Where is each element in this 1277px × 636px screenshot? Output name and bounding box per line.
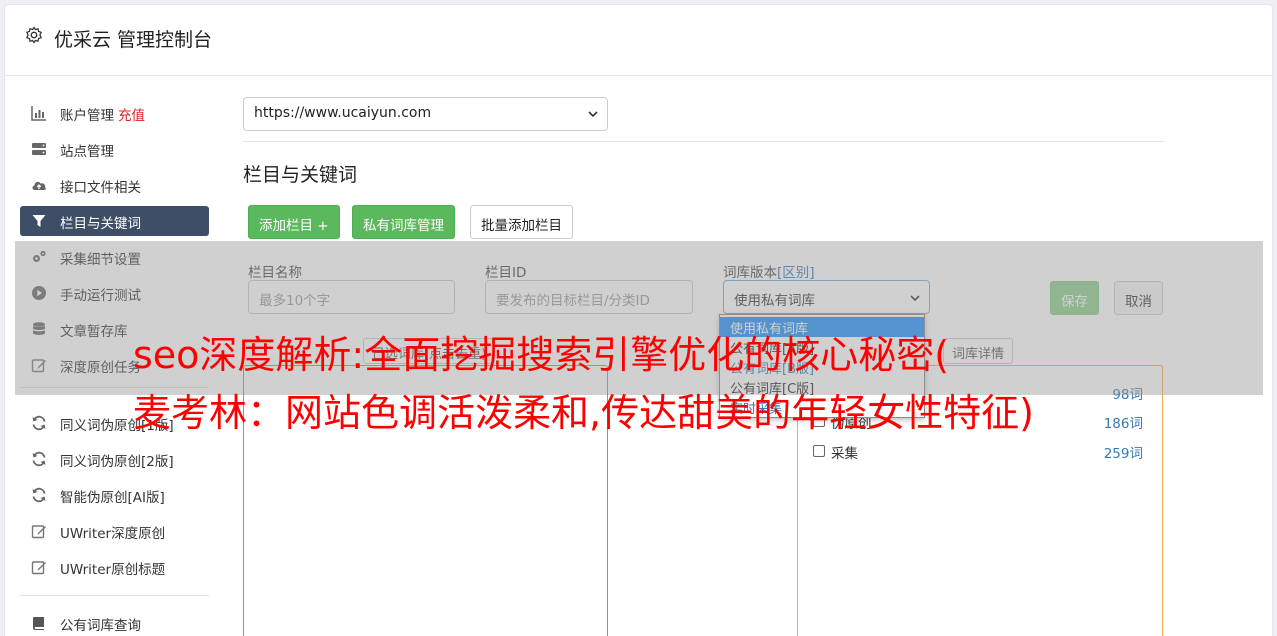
sidebar-divider: [20, 595, 209, 596]
checkbox[interactable]: [813, 445, 825, 457]
overlay-text-line-2: 麦考林：网站色调活泼柔和,传达甜美的年轻女性特征): [133, 391, 1034, 435]
edit-icon: [31, 561, 46, 575]
batch-add-column-button[interactable]: 批量添加栏目: [470, 205, 573, 239]
recharge-link[interactable]: 充值: [118, 108, 145, 124]
edit-icon: [31, 525, 46, 539]
divider: [243, 141, 1164, 142]
sidebar-item-interface[interactable]: 接口文件相关: [20, 170, 209, 200]
sidebar-item-label: 栏目与关键词: [60, 216, 141, 232]
header: 优采云 管理控制台: [5, 5, 1272, 76]
chevron-down-icon: [588, 111, 598, 118]
site-select[interactable]: https://www.ucaiyun.com: [243, 97, 608, 131]
sidebar-item-site[interactable]: 站点管理: [20, 134, 209, 164]
overlay-text-line-1: seo深度解析:全面挖掘搜索引擎优化的核心秘密(: [133, 333, 950, 377]
sidebar-item-label: UWriter深度原创: [60, 526, 166, 542]
sidebar-item-uwriter-title[interactable]: UWriter原创标题: [20, 552, 209, 582]
lib-row[interactable]: 采集 259词: [813, 442, 1143, 462]
cloud-upload-icon: [32, 181, 46, 190]
refresh-icon: [32, 487, 46, 503]
sidebar-item-label: UWriter原创标题: [60, 562, 166, 578]
book-icon: [33, 617, 44, 630]
sidebar-item-label: 同义词伪原创[2版]: [60, 454, 174, 470]
private-lib-button[interactable]: 私有词库管理: [352, 205, 455, 239]
sidebar-item-ai-original[interactable]: 智能伪原创[AI版]: [20, 480, 209, 510]
refresh-icon: [32, 451, 46, 467]
sidebar-item-label: 站点管理: [60, 144, 114, 160]
sidebar-item-account[interactable]: 账户管理 充值: [20, 98, 209, 128]
filter-icon: [32, 215, 46, 227]
server-icon: [32, 143, 46, 155]
sidebar-item-label: 公有词库查询: [60, 618, 141, 634]
sidebar-item-label: 智能伪原创[AI版]: [60, 490, 165, 506]
sidebar-item-public-lib-query[interactable]: 公有词库查询: [20, 608, 209, 636]
refresh-icon: [32, 415, 46, 431]
gear-icon: [26, 26, 42, 44]
site-select-value: https://www.ucaiyun.com: [254, 105, 432, 121]
add-column-button[interactable]: 添加栏目 +: [248, 205, 340, 239]
sidebar-item-label: 接口文件相关: [60, 180, 141, 196]
sidebar-item-columns-keywords[interactable]: 栏目与关键词: [20, 206, 209, 236]
sidebar-item-uwriter-deep[interactable]: UWriter深度原创: [20, 516, 209, 546]
section-title: 栏目与关键词: [243, 164, 358, 186]
bar-chart-icon: [31, 106, 46, 121]
page-title: 优采云 管理控制台: [54, 29, 213, 51]
sidebar-item-label: 账户管理: [60, 108, 114, 124]
sidebar-item-synonym-v2[interactable]: 同义词伪原创[2版]: [20, 444, 209, 474]
